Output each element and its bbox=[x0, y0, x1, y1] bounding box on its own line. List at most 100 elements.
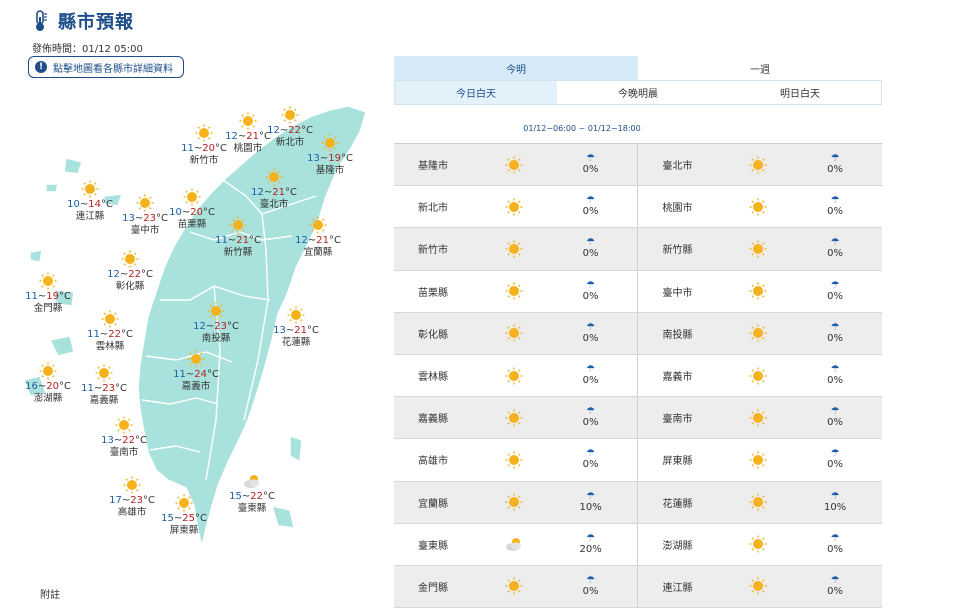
weather-icon-cell bbox=[484, 186, 544, 227]
sunny-icon bbox=[749, 535, 767, 553]
city-marker-hsinchu-county[interactable]: 11~21°C 新竹縣 bbox=[203, 216, 273, 259]
city-name[interactable]: 新竹市 bbox=[418, 241, 448, 256]
city-name[interactable]: 臺中市 bbox=[662, 284, 692, 299]
rain-probability: 0% bbox=[827, 375, 844, 387]
subtab-today-day[interactable]: 今日白天 bbox=[395, 81, 557, 104]
weather-icon-cell bbox=[484, 439, 544, 480]
city-name-cell[interactable]: 嘉義縣 bbox=[394, 397, 484, 438]
taiwan-map[interactable]: 12~21°C 桃園市 12~22°C 新北市 13~19°C 基隆市 11~2… bbox=[0, 0, 390, 604]
city-name-cell[interactable]: 彰化縣 bbox=[394, 313, 484, 354]
city-name[interactable]: 連江縣 bbox=[662, 579, 692, 594]
city-name-cell[interactable]: 澎湖縣 bbox=[638, 524, 728, 565]
city-name: 金門縣 bbox=[33, 303, 63, 314]
city-marker-tainan[interactable]: 13~22°C 臺南市 bbox=[89, 416, 159, 459]
city-marker-nantou[interactable]: 12~23°C 南投縣 bbox=[181, 302, 251, 345]
city-name[interactable]: 臺北市 bbox=[662, 157, 692, 172]
temp-range: 11~20°C bbox=[181, 143, 227, 154]
sunny-icon bbox=[95, 364, 113, 382]
city-marker-yunlin[interactable]: 11~22°C 雲林縣 bbox=[75, 310, 145, 353]
sunny-icon bbox=[749, 282, 767, 300]
city-name-cell[interactable]: 高雄市 bbox=[394, 439, 484, 480]
city-name[interactable]: 雲林縣 bbox=[418, 368, 448, 383]
city-name-cell[interactable]: 臺北市 bbox=[638, 144, 728, 185]
city-name-cell[interactable]: 新竹縣 bbox=[638, 228, 728, 269]
temp-range: 12~21°C bbox=[251, 187, 297, 198]
rain-probability-cell: ☂ 0% bbox=[788, 524, 882, 565]
city-name[interactable]: 桃園市 bbox=[662, 199, 692, 214]
city-name-cell[interactable]: 宜蘭縣 bbox=[394, 482, 484, 523]
city-marker-taipei[interactable]: 12~21°C 臺北市 bbox=[239, 168, 309, 211]
city-marker-hsinchu-city[interactable]: 11~20°C 新竹市 bbox=[169, 124, 239, 167]
city-marker-pingtung[interactable]: 15~25°C 屏東縣 bbox=[149, 494, 219, 537]
city-name-cell[interactable]: 桃園市 bbox=[638, 186, 728, 227]
rain-probability: 0% bbox=[827, 290, 844, 302]
city-name[interactable]: 彰化縣 bbox=[418, 326, 448, 341]
table-row: 新竹市 ☂ 0% 新竹縣 ☂ 0% bbox=[394, 228, 882, 271]
city-name[interactable]: 嘉義縣 bbox=[418, 410, 448, 425]
city-name[interactable]: 澎湖縣 bbox=[662, 537, 692, 552]
city-name[interactable]: 宜蘭縣 bbox=[418, 495, 448, 510]
city-name[interactable]: 花蓮縣 bbox=[662, 495, 692, 510]
rain-probability: 0% bbox=[582, 206, 599, 218]
weather-icon-cell bbox=[728, 566, 788, 607]
city-name-cell[interactable]: 雲林縣 bbox=[394, 355, 484, 396]
temp-range: 13~21°C bbox=[273, 325, 319, 336]
city-name-cell[interactable]: 南投縣 bbox=[638, 313, 728, 354]
umbrella-icon: ☂ bbox=[830, 279, 840, 291]
sunny-icon bbox=[39, 362, 57, 380]
city-name[interactable]: 嘉義市 bbox=[662, 368, 692, 383]
city-name-cell[interactable]: 臺中市 bbox=[638, 271, 728, 312]
city-name-cell[interactable]: 新北市 bbox=[394, 186, 484, 227]
city-name[interactable]: 屏東縣 bbox=[662, 452, 692, 467]
weather-icon-cell bbox=[484, 397, 544, 438]
city-marker-taitung[interactable]: 15~22°C 臺東縣 bbox=[217, 472, 287, 515]
city-name-cell[interactable]: 連江縣 bbox=[638, 566, 728, 607]
sunny-icon bbox=[749, 493, 767, 511]
city-name-cell[interactable]: 金門縣 bbox=[394, 566, 484, 607]
weather-icon-cell bbox=[728, 271, 788, 312]
city-name[interactable]: 金門縣 bbox=[418, 579, 448, 594]
footnote[interactable]: 附註 bbox=[40, 586, 60, 601]
tab-today-tomorrow[interactable]: 今明 bbox=[394, 56, 638, 80]
rain-probability-cell: ☂ 0% bbox=[544, 271, 638, 312]
weather-icon-cell bbox=[728, 313, 788, 354]
subtab-tonight[interactable]: 今晚明晨 bbox=[557, 81, 719, 104]
city-name[interactable]: 基隆市 bbox=[418, 157, 448, 172]
city-name[interactable]: 苗栗縣 bbox=[418, 284, 448, 299]
tab-week[interactable]: 一週 bbox=[638, 56, 882, 80]
rain-probability-cell: ☂ 0% bbox=[788, 271, 882, 312]
city-marker-changhua[interactable]: 12~22°C 彰化縣 bbox=[95, 250, 165, 293]
city-name-cell[interactable]: 臺南市 bbox=[638, 397, 728, 438]
sunny-icon bbox=[115, 416, 133, 434]
sunny-icon bbox=[505, 282, 523, 300]
city-name-cell[interactable]: 新竹市 bbox=[394, 228, 484, 269]
sunny-icon bbox=[229, 216, 247, 234]
weather-icon-cell bbox=[728, 482, 788, 523]
city-name[interactable]: 高雄市 bbox=[418, 452, 448, 467]
sunny-icon bbox=[136, 194, 154, 212]
city-name[interactable]: 新北市 bbox=[418, 199, 448, 214]
city-marker-hualien[interactable]: 13~21°C 花蓮縣 bbox=[261, 306, 331, 349]
city-marker-yilan[interactable]: 12~21°C 宜蘭縣 bbox=[283, 216, 353, 259]
city-name-cell[interactable]: 花蓮縣 bbox=[638, 482, 728, 523]
city-marker-chiayi-city[interactable]: 11~24°C 嘉義市 bbox=[161, 350, 231, 393]
city-name: 彰化縣 bbox=[115, 281, 145, 292]
rain-probability: 0% bbox=[582, 375, 599, 387]
city-name-cell[interactable]: 嘉義市 bbox=[638, 355, 728, 396]
sunny-icon bbox=[81, 180, 99, 198]
city-name-cell[interactable]: 屏東縣 bbox=[638, 439, 728, 480]
sunny-icon bbox=[749, 577, 767, 595]
city-name-cell[interactable]: 基隆市 bbox=[394, 144, 484, 185]
city-marker-chiayi-county[interactable]: 11~23°C 嘉義縣 bbox=[69, 364, 139, 407]
city-name[interactable]: 南投縣 bbox=[662, 326, 692, 341]
city-name[interactable]: 臺南市 bbox=[662, 410, 692, 425]
city-name-cell[interactable]: 臺東縣 bbox=[394, 524, 484, 565]
city-marker-kinmen[interactable]: 11~19°C 金門縣 bbox=[13, 272, 83, 315]
city-name[interactable]: 臺東縣 bbox=[418, 537, 448, 552]
city-name[interactable]: 新竹縣 bbox=[662, 241, 692, 256]
weather-icon-cell bbox=[484, 566, 544, 607]
city-name-cell[interactable]: 苗栗縣 bbox=[394, 271, 484, 312]
subtab-tomorrow-day[interactable]: 明日白天 bbox=[719, 81, 881, 104]
rain-probability: 0% bbox=[582, 248, 599, 260]
umbrella-icon: ☂ bbox=[586, 279, 596, 291]
